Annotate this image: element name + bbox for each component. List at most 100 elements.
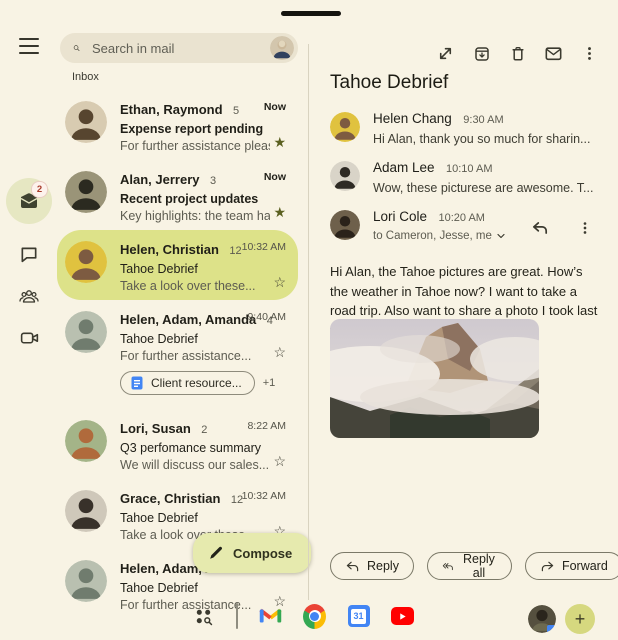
pencil-icon (208, 545, 224, 561)
inbox-section-label: Inbox (72, 71, 99, 83)
email-snippet: For further assistance please... (120, 139, 270, 153)
message-time: 10:20 AM (438, 212, 484, 224)
youtube-app-icon[interactable] (391, 605, 414, 628)
email-time: 10:32 AM (242, 490, 286, 502)
compose-button[interactable]: Compose (193, 533, 311, 573)
search-input[interactable] (90, 40, 270, 57)
thread-title: Tahoe Debrief (330, 72, 448, 94)
email-thread-count: 3 (210, 175, 216, 187)
email-subject: Tahoe Debrief (120, 581, 290, 595)
gmail-app-icon[interactable] (259, 605, 282, 628)
docs-file-icon (130, 376, 144, 390)
message-snippet: Wow, these picturese are awesome. T... (373, 181, 598, 195)
reply-icon (345, 560, 360, 573)
email-time: Now (264, 171, 286, 183)
reply-action-bar: Reply Reply all Forward (330, 552, 618, 580)
email-sender: Helen, Adam, Amanda (120, 312, 256, 327)
email-time: 10:32 AM (242, 241, 286, 253)
message-time: 10:10 AM (446, 163, 492, 175)
account-avatar[interactable] (270, 36, 294, 60)
chevron-down-icon (496, 231, 506, 241)
archive-icon[interactable] (470, 42, 493, 65)
search-bar[interactable] (60, 33, 298, 63)
message-sender: Helen Chang (373, 111, 452, 126)
email-sender: Alan, Jerrery (120, 172, 200, 187)
search-icon (73, 40, 80, 56)
device-top-handle (281, 11, 341, 16)
left-rail: 2 (6, 178, 52, 360)
profile-avatar[interactable] (528, 605, 556, 633)
sender-avatar (65, 171, 107, 213)
email-time: Now (264, 101, 286, 113)
email-sender: Lori, Susan (120, 421, 191, 436)
avatar-notification-badge (547, 625, 556, 633)
attachment-chip-row: Client resource... +1 (120, 371, 290, 395)
message-sender: Lori Cole (373, 209, 427, 224)
email-thread-count: 5 (233, 105, 239, 117)
more-vert-icon[interactable] (578, 42, 601, 65)
more-vert-icon[interactable] (573, 216, 596, 239)
message-avatar (330, 210, 360, 240)
email-time: 9:40 AM (247, 311, 286, 323)
email-time: 8:22 AM (247, 420, 286, 432)
thread-message[interactable]: Lori Cole 10:20 AM to Cameron, Jesse, me (330, 208, 598, 242)
sender-avatar (65, 101, 107, 143)
email-list-item[interactable]: Helen, Adam, Amanda 4 Tahoe Debrief For … (57, 300, 298, 409)
reply-all-button[interactable]: Reply all (427, 552, 512, 580)
sender-avatar (65, 490, 107, 532)
sender-avatar (65, 420, 107, 462)
delete-icon[interactable] (506, 42, 529, 65)
groups-people-icon (18, 287, 40, 306)
rail-chat-button[interactable] (6, 234, 52, 274)
email-list-item[interactable]: Alan, Jerrery 3 Recent project updates K… (57, 160, 298, 230)
calendar-day: 31 (351, 609, 366, 624)
menu-icon[interactable] (19, 38, 39, 54)
calendar-app-icon[interactable]: 31 (347, 605, 370, 628)
star-icon[interactable]: ★ (273, 135, 286, 149)
rail-meet-button[interactable] (6, 318, 52, 358)
email-sender: Helen, Christian (120, 242, 219, 257)
email-list-item[interactable]: Helen, Christian 12 Tahoe Debrief Take a… (57, 230, 298, 300)
star-icon[interactable]: ★ (273, 205, 286, 219)
app-launcher-search-icon[interactable] (192, 605, 215, 628)
email-list-item[interactable]: Lori, Susan 2 Q3 perfomance summary We w… (57, 409, 298, 479)
reply-button[interactable]: Reply (330, 552, 414, 580)
email-thread-count: 12 (229, 245, 241, 257)
sender-avatar (65, 241, 107, 283)
email-snippet: Key highlights: the team has a... (120, 209, 270, 223)
thread-message[interactable]: Adam Lee 10:10 AM Wow, these picturese a… (330, 159, 598, 195)
new-window-plus-button[interactable]: + (565, 604, 595, 634)
mail-unread-icon[interactable] (542, 42, 565, 65)
email-list-item[interactable]: Ethan, Raymond 5 Expense report pending … (57, 90, 298, 160)
reply-icon[interactable] (528, 216, 551, 239)
message-avatar (330, 112, 360, 142)
yosemite-photo-attachment[interactable] (330, 319, 539, 438)
video-camera-icon (19, 329, 40, 347)
chrome-app-icon[interactable] (303, 605, 326, 628)
forward-icon (540, 560, 555, 573)
chat-icon (19, 245, 39, 264)
compose-label: Compose (233, 546, 292, 561)
star-icon[interactable]: ☆ (273, 345, 286, 359)
message-avatar (330, 161, 360, 191)
attachment-more-count: +1 (263, 377, 276, 389)
star-icon[interactable]: ☆ (273, 454, 286, 468)
thread-message[interactable]: Helen Chang 9:30 AM Hi Alan, thank you s… (330, 110, 598, 146)
rail-spaces-button[interactable] (6, 276, 52, 316)
email-thread-count: 2 (201, 424, 207, 436)
email-sender: Grace, Christian (120, 491, 220, 506)
rail-mail-button[interactable]: 2 (6, 178, 52, 224)
sender-avatar (65, 560, 107, 602)
attachment-chip[interactable]: Client resource... (120, 371, 255, 395)
message-sender: Adam Lee (373, 160, 435, 175)
forward-button[interactable]: Forward (525, 552, 618, 580)
attachment-chip-label: Client resource... (151, 376, 242, 390)
taskbar-divider (236, 603, 238, 629)
thread-message-list: Helen Chang 9:30 AM Hi Alan, thank you s… (330, 110, 598, 255)
message-time: 9:30 AM (463, 114, 503, 126)
message-snippet: Hi Alan, thank you so much for sharin... (373, 132, 598, 146)
taskbar: 31 + (0, 598, 618, 640)
star-icon[interactable]: ☆ (273, 275, 286, 289)
mail-unread-badge: 2 (31, 181, 48, 198)
open-in-full-icon[interactable] (434, 42, 457, 65)
